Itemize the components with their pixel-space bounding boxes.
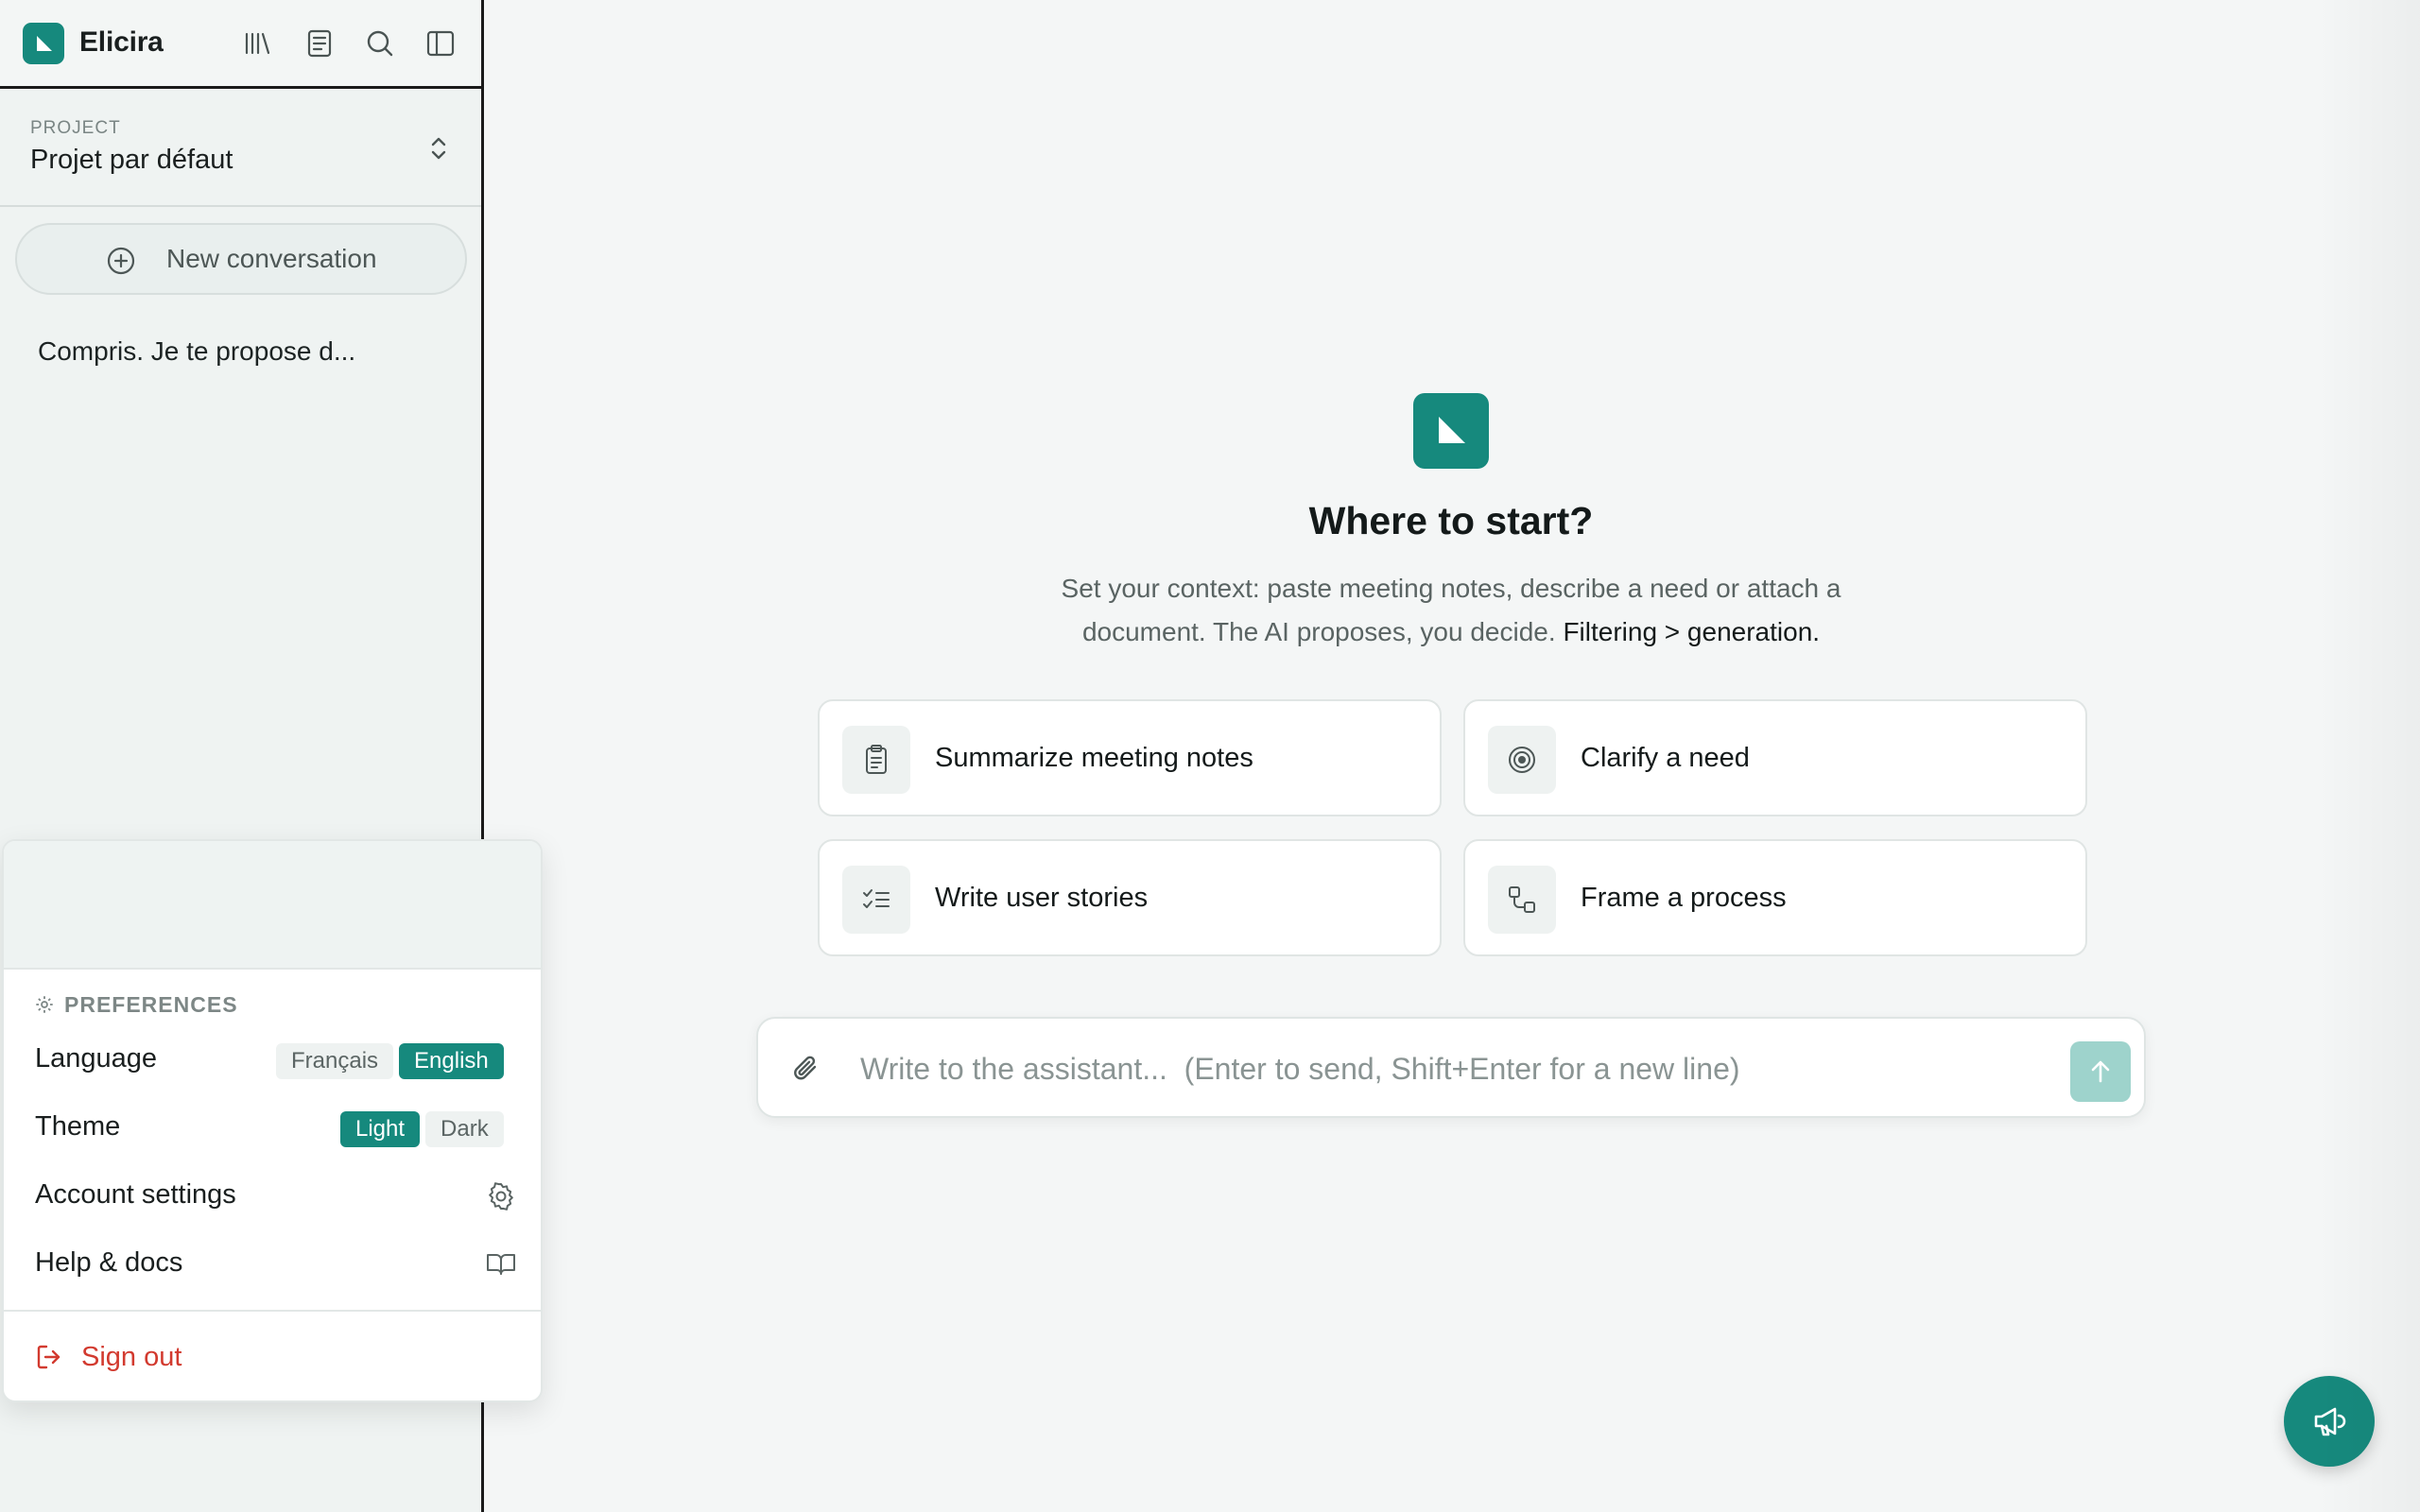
preferences-heading: PREFERENCES bbox=[34, 990, 238, 1019]
suggestion-icon-box bbox=[842, 726, 910, 794]
language-toggle: Français English bbox=[276, 1043, 504, 1079]
theme-option-dark[interactable]: Dark bbox=[425, 1111, 504, 1147]
app-logo bbox=[23, 23, 64, 64]
clipboard-icon bbox=[866, 745, 887, 774]
arrow-up-icon bbox=[2091, 1060, 2110, 1083]
plus-circle-icon bbox=[107, 247, 135, 275]
gear-icon bbox=[36, 996, 53, 1013]
new-conversation-label: New conversation bbox=[166, 244, 377, 273]
user-menu-popover: PREFERENCES Language Français English Th… bbox=[2, 839, 543, 1402]
page-subtitle-emphasis: Filtering > generation. bbox=[1563, 617, 1821, 646]
workflow-icon bbox=[1509, 886, 1535, 913]
sidebar-header: Elicira bbox=[0, 0, 481, 89]
suggestion-icon-box bbox=[1488, 866, 1556, 934]
suggestion-card-process[interactable]: Frame a process bbox=[1463, 839, 2087, 956]
page-edge-shade bbox=[2316, 0, 2420, 1512]
language-option-french[interactable]: Français bbox=[276, 1043, 394, 1079]
logout-icon bbox=[37, 1345, 60, 1369]
logo-mark-icon bbox=[37, 36, 52, 51]
theme-label: Theme bbox=[35, 1111, 121, 1142]
library-icon[interactable] bbox=[238, 25, 276, 62]
project-label: PROJECT bbox=[30, 118, 121, 138]
project-selector[interactable]: PROJECT Projet par défaut bbox=[0, 92, 481, 207]
project-name: Projet par défaut bbox=[30, 145, 233, 175]
suggestion-card-summarize[interactable]: Summarize meeting notes bbox=[818, 699, 1442, 816]
logo-mark-icon bbox=[1439, 417, 1465, 443]
sign-out-button[interactable]: Sign out bbox=[34, 1338, 182, 1376]
send-button[interactable] bbox=[2070, 1041, 2131, 1102]
chevron-up-down-icon bbox=[431, 137, 446, 160]
megaphone-icon bbox=[2314, 1407, 2346, 1436]
page-title: Where to start? bbox=[1308, 499, 1594, 542]
suggestion-card-user-stories[interactable]: Write user stories bbox=[818, 839, 1442, 956]
language-label: Language bbox=[35, 1043, 158, 1074]
user-menu-header bbox=[4, 841, 541, 970]
suggestion-label: Frame a process bbox=[1581, 883, 1787, 913]
suggestion-icon-box bbox=[1488, 726, 1556, 794]
conversation-item[interactable]: Compris. Je te propose d... bbox=[15, 327, 467, 376]
main-logo bbox=[1413, 393, 1489, 469]
theme-option-light[interactable]: Light bbox=[340, 1111, 421, 1147]
message-input[interactable] bbox=[860, 1041, 2051, 1096]
sidebar-toggle-icon[interactable] bbox=[422, 25, 459, 62]
account-settings-label: Account settings bbox=[35, 1179, 236, 1210]
suggestion-icon-box bbox=[842, 866, 910, 934]
message-composer bbox=[756, 1017, 2146, 1118]
new-conversation-button[interactable]: New conversation bbox=[15, 223, 467, 295]
suggestion-label: Summarize meeting notes bbox=[935, 743, 1253, 773]
suggestion-label: Write user stories bbox=[935, 883, 1149, 913]
search-icon[interactable] bbox=[361, 25, 399, 62]
suggestion-label: Clarify a need bbox=[1581, 743, 1750, 773]
paperclip-icon[interactable] bbox=[788, 1051, 824, 1087]
app-brand: Elicira bbox=[79, 26, 164, 58]
preferences-heading-text: PREFERENCES bbox=[64, 991, 238, 1017]
checklist-icon bbox=[863, 889, 890, 908]
menu-divider bbox=[4, 1310, 541, 1312]
sign-out-label: Sign out bbox=[81, 1341, 182, 1372]
feedback-button[interactable] bbox=[2284, 1376, 2375, 1467]
theme-toggle: Light Dark bbox=[340, 1111, 504, 1147]
page-subtitle: Set your context: paste meeting notes, d… bbox=[1011, 567, 1891, 654]
language-option-english[interactable]: English bbox=[399, 1043, 504, 1079]
document-icon[interactable] bbox=[301, 25, 338, 62]
suggestion-card-clarify[interactable]: Clarify a need bbox=[1463, 699, 2087, 816]
help-docs-label: Help & docs bbox=[35, 1247, 183, 1278]
target-icon bbox=[1509, 747, 1535, 773]
book-icon bbox=[487, 1254, 515, 1275]
settings-gear-icon bbox=[489, 1182, 513, 1211]
